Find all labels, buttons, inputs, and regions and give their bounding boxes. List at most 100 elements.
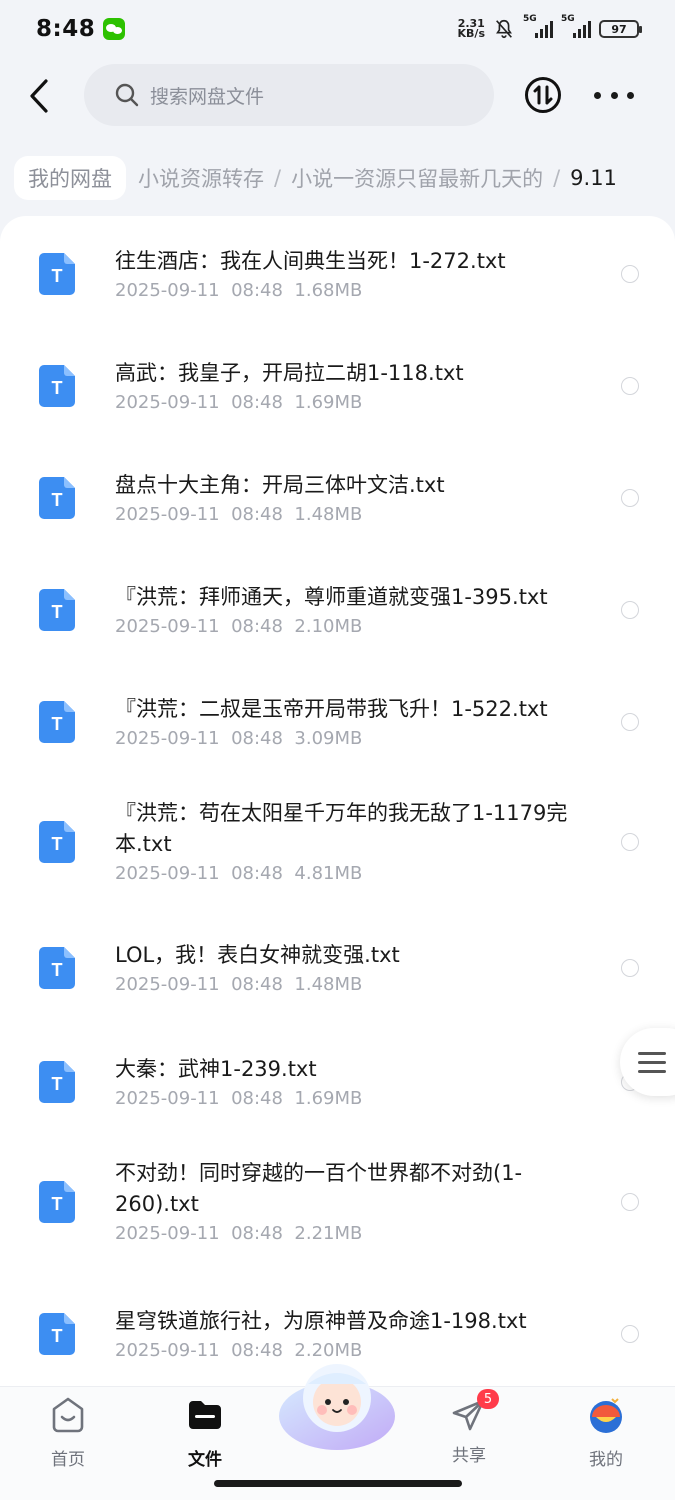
file-size: 2.10MB (294, 616, 363, 637)
signal-label: 5G (561, 14, 575, 24)
signal-strength-icon: 5G (523, 14, 553, 38)
file-row[interactable]: T 往生酒店：我在人间典生当死！1-272.txt 2025-09-11 08:48… (0, 216, 675, 328)
select-radio[interactable] (621, 959, 639, 977)
home-indicator[interactable] (214, 1480, 462, 1487)
file-time: 08:48 (231, 974, 283, 995)
status-indicators: 2.31 KB/s 5G 5G 97 (457, 14, 642, 40)
file-icon-letter: T (52, 266, 63, 286)
txt-file-icon: T (39, 477, 75, 519)
select-radio[interactable] (621, 1192, 639, 1211)
file-date: 2025-09-11 (115, 974, 220, 995)
file-icon-letter: T (52, 1194, 63, 1214)
select-radio[interactable] (621, 377, 639, 395)
network-speed-unit: KB/s (457, 27, 485, 40)
file-row[interactable]: T LOL，我！表白女神就变强.txt 2025-09-11 08:48 1.48M… (0, 918, 675, 1024)
select-radio[interactable] (621, 832, 639, 851)
more-options-icon[interactable] (594, 80, 634, 110)
file-time: 08:48 (231, 1223, 283, 1244)
nav-home[interactable]: 首页 (23, 1395, 113, 1470)
file-size: 2.21MB (294, 1223, 363, 1244)
file-meta: 2025-09-11 08:48 1.69MB (115, 1088, 362, 1109)
nav-files-label: 文件 (188, 1450, 222, 1470)
file-meta: 2025-09-11 08:48 3.09MB (115, 728, 362, 749)
file-icon-letter: T (52, 378, 63, 398)
file-name: 『洪荒：拜师通天，尊师重道就变强1-395.txt (115, 585, 548, 609)
select-radio[interactable] (621, 265, 639, 283)
file-date: 2025-09-11 (115, 1223, 220, 1244)
file-size: 1.68MB (294, 280, 363, 301)
top-bar: 搜索网盘文件 (0, 64, 675, 128)
file-name: 往生酒店：我在人间典生当死！1-272.txt (115, 249, 506, 273)
folder-icon (189, 1401, 221, 1429)
file-icon-letter: T (52, 1326, 63, 1346)
file-row[interactable]: T 高武：我皇子，开局拉二胡1-118.txt 2025-09-11 08:48 1… (0, 328, 675, 440)
select-radio[interactable] (621, 713, 639, 731)
txt-file-icon: T (39, 253, 75, 295)
nav-me-label: 我的 (589, 1450, 623, 1470)
bell-muted-icon (496, 19, 512, 39)
file-date: 2025-09-11 (115, 1088, 220, 1109)
breadcrumb-root[interactable]: 我的网盘 (14, 156, 126, 200)
file-row[interactable]: T 『洪荒：苟在太阳星千万年的我无敌了1-1179完本.txt 2025-09-11… (0, 776, 675, 918)
ai-assistant-mascot-icon[interactable] (276, 1354, 398, 1454)
file-time: 08:48 (231, 616, 283, 637)
back-button[interactable] (22, 76, 56, 116)
file-icon-letter: T (52, 834, 63, 854)
file-date: 2025-09-11 (115, 728, 220, 749)
file-icon-letter: T (52, 1074, 63, 1094)
file-name: 『洪荒：苟在太阳星千万年的我无敌了1-1179完本.txt (115, 801, 568, 856)
select-radio[interactable] (621, 601, 639, 619)
file-time: 08:48 (231, 728, 283, 749)
share-icon-wrapper: 5 (449, 1389, 499, 1435)
breadcrumb-item[interactable]: 小说资源转存 (138, 163, 264, 193)
share-badge: 5 (477, 1389, 499, 1409)
file-icon-letter: T (52, 960, 63, 980)
file-row[interactable]: T 『洪荒：拜师通天，尊师重道就变强1-395.txt 2025-09-11 08:… (0, 552, 675, 664)
txt-file-icon: T (39, 589, 75, 631)
nav-files[interactable]: 文件 (160, 1395, 250, 1470)
nav-share-label: 共享 (452, 1446, 486, 1466)
file-size: 3.09MB (294, 728, 363, 749)
chevron-left-icon (30, 79, 48, 113)
select-radio[interactable] (621, 489, 639, 507)
txt-file-icon: T (39, 701, 75, 743)
txt-file-icon: T (39, 1180, 75, 1223)
transfer-list-icon[interactable] (524, 76, 562, 114)
file-row[interactable]: T 大秦：武神1-239.txt 2025-09-11 08:48 1.69MB (0, 1024, 675, 1136)
file-time: 08:48 (231, 1088, 283, 1109)
breadcrumb-separator: / (274, 166, 282, 190)
file-name: 盘点十大主角：开局三体叶文洁.txt (115, 473, 445, 497)
file-date: 2025-09-11 (115, 392, 220, 413)
file-row[interactable]: T 『洪荒：二叔是玉帝开局带我飞升！1-522.txt 2025-09-11 08:… (0, 664, 675, 776)
nav-share[interactable]: 5 共享 (424, 1389, 514, 1466)
file-name: LOL，我！表白女神就变强.txt (115, 943, 400, 967)
home-icon (52, 1397, 84, 1433)
file-meta: 2025-09-11 08:48 4.81MB (115, 863, 362, 884)
signal-strength-icon: 5G (561, 14, 591, 38)
file-size: 1.69MB (294, 1088, 363, 1109)
status-bar: 8:48 2.31 KB/s 5G 5G 97 (0, 0, 675, 58)
nav-me[interactable]: 我的 (561, 1395, 651, 1470)
file-date: 2025-09-11 (115, 504, 220, 525)
battery-level: 97 (611, 22, 627, 36)
select-radio[interactable] (621, 1325, 639, 1343)
file-meta: 2025-09-11 08:48 1.48MB (115, 974, 362, 995)
file-row[interactable]: T 不对劲！同时穿越的一百个世界都不对劲(1-260).txt 2025-09-11… (0, 1136, 675, 1280)
file-date: 2025-09-11 (115, 280, 220, 301)
file-meta: 2025-09-11 08:48 1.48MB (115, 504, 362, 525)
file-name: 高武：我皇子，开局拉二胡1-118.txt (115, 361, 464, 385)
file-meta: 2025-09-11 08:48 2.10MB (115, 616, 362, 637)
file-name: 大秦：武神1-239.txt (115, 1057, 317, 1081)
breadcrumb-item[interactable]: 小说一资源只留最新几天的 (291, 163, 543, 193)
file-time: 08:48 (231, 280, 283, 301)
search-input[interactable]: 搜索网盘文件 (84, 64, 494, 126)
file-name: 『洪荒：二叔是玉帝开局带我飞升！1-522.txt (115, 697, 548, 721)
breadcrumb-separator: / (553, 166, 561, 190)
file-icon-letter: T (52, 602, 63, 622)
file-size: 4.81MB (294, 863, 363, 884)
signal-label: 5G (523, 14, 537, 24)
file-row[interactable]: T 盘点十大主角：开局三体叶文洁.txt 2025-09-11 08:48 1.48… (0, 440, 675, 552)
battery-icon: 97 (599, 20, 642, 38)
txt-file-icon: T (39, 947, 75, 989)
file-size: 1.48MB (294, 974, 363, 995)
